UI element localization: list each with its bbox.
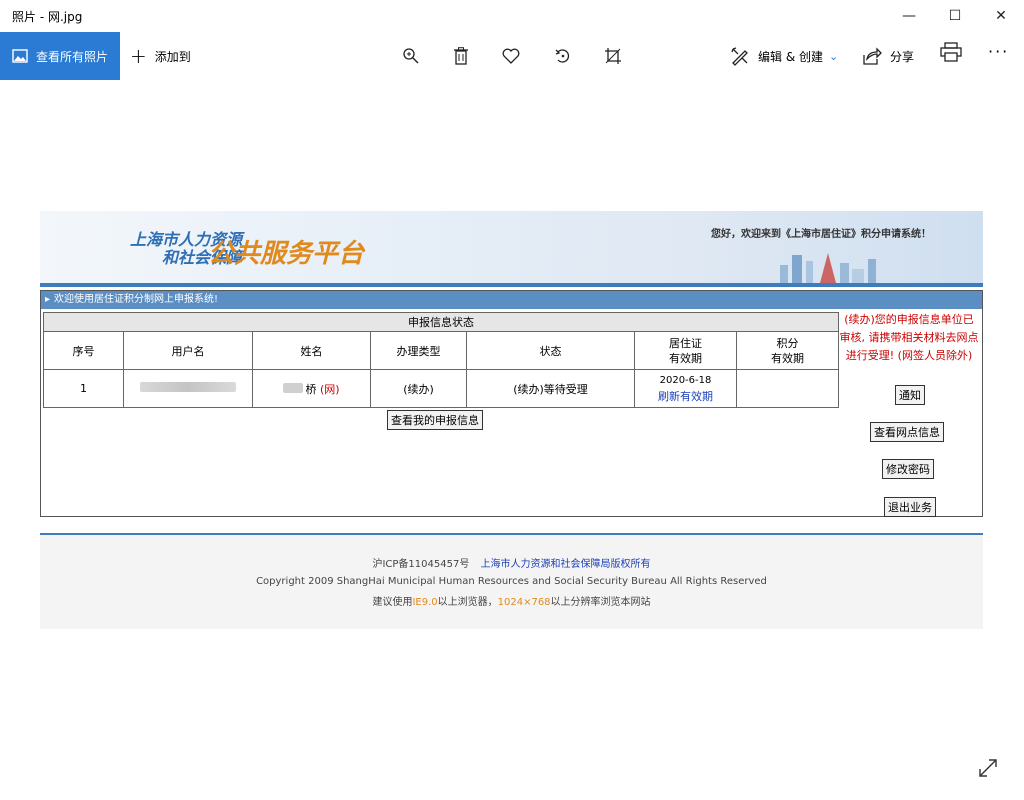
- col-header: 用户名: [123, 331, 253, 370]
- col-header-permit: 居住证 有效期: [634, 331, 737, 370]
- ie-version: IE9.0: [412, 597, 438, 608]
- name-tail: 桥: [305, 382, 317, 396]
- header-points-validity: 有效期: [771, 351, 804, 365]
- resolution: 1024×768: [497, 597, 551, 608]
- plus-icon: +: [130, 44, 147, 68]
- delete-icon[interactable]: [446, 42, 476, 70]
- view-outlet-info-button[interactable]: 查看网点信息: [870, 422, 944, 442]
- photo-icon: [12, 49, 28, 63]
- title-bar: 照片 - 网.jpg — ☐ ✕: [0, 0, 1024, 32]
- side-notice: (续办)您的申报信息单位已审核, 请携带相关材料去网点进行受理! (网签人员除外…: [839, 313, 979, 362]
- footer-line-3: 建议使用IE9.0以上浏览器，1024×768以上分辨率浏览本网站: [40, 593, 983, 608]
- cell-type: (续办): [370, 369, 467, 408]
- suggest-mid: 以上浏览器，: [437, 597, 498, 608]
- maximize-button[interactable]: ☐: [932, 0, 978, 32]
- welcome-text: 您好，欢迎来到《上海市居住证》积分申请系统！: [711, 229, 931, 240]
- rotate-icon[interactable]: [548, 42, 578, 70]
- welcome-bar-text: 欢迎使用居住证积分制网上申报系统!: [54, 294, 219, 305]
- col-header: 办理类型: [370, 331, 467, 370]
- share-icon: [863, 47, 882, 65]
- view-all-label: 查看所有照片: [36, 49, 109, 64]
- cell-permit: 2020-6-18 刷新有效期: [634, 369, 737, 408]
- header-permit-validity: 有效期: [669, 351, 702, 365]
- edit-icon: [731, 47, 748, 66]
- triangle-icon: ▸: [45, 294, 51, 305]
- add-to-button[interactable]: + 添加到: [130, 32, 191, 80]
- site-banner: 上海市人力资源 和社会保障 公共服务平台 您好，欢迎来到《上海市居住证》积分申请…: [40, 211, 983, 287]
- share-label: 分享: [890, 49, 915, 64]
- add-to-label: 添加到: [154, 49, 191, 64]
- cell-points: [736, 369, 839, 408]
- blurred-username: [140, 382, 236, 392]
- col-header-points: 积分 有效期: [736, 331, 839, 370]
- exit-business-button[interactable]: 退出业务: [884, 497, 936, 517]
- copyright-cn-link[interactable]: 上海市人力资源和社会保障局版权所有: [481, 559, 651, 570]
- cell-status: (续办)等待受理: [466, 369, 635, 408]
- blurred-name: [283, 382, 304, 393]
- city-skyline-icon: [780, 253, 876, 283]
- col-header: 序号: [43, 331, 124, 370]
- suggest-post: 以上分辨率浏览本网站: [550, 597, 651, 608]
- footer-line-1: 沪ICP备11045457号 上海市人力资源和社会保障局版权所有: [40, 555, 983, 570]
- suggest-pre: 建议使用: [372, 597, 413, 608]
- fullscreen-icon[interactable]: [976, 756, 1000, 780]
- welcome-bar: ▸ 欢迎使用居住证积分制网上申报系统!: [41, 291, 982, 309]
- share-button[interactable]: 分享: [862, 32, 914, 80]
- print-icon[interactable]: [940, 42, 962, 66]
- heart-icon[interactable]: [496, 42, 526, 70]
- edit-create-button[interactable]: 编辑 & 创建 ⌄: [730, 32, 838, 80]
- refresh-validity-link[interactable]: 刷新有效期: [635, 389, 736, 405]
- window-title: 照片 - 网.jpg: [12, 10, 83, 24]
- edit-create-label: 编辑 & 创建: [758, 49, 823, 64]
- zoom-icon[interactable]: [396, 42, 426, 70]
- toolbar: 查看所有照片 + 添加到 编辑 & 创建 ⌄ 分享 ···: [0, 32, 1024, 80]
- main-frame: ▸ 欢迎使用居住证积分制网上申报系统! 申报信息状态 序号 用户名 姓名 办理类型…: [40, 290, 983, 517]
- change-password-button[interactable]: 修改密码: [882, 459, 934, 479]
- header-permit: 居住证: [669, 336, 702, 350]
- view-my-info-button[interactable]: 查看我的申报信息: [387, 410, 483, 430]
- header-points: 积分: [776, 336, 799, 350]
- displayed-image: 上海市人力资源 和社会保障 公共服务平台 您好，欢迎来到《上海市居住证》积分申请…: [40, 211, 983, 629]
- status-table: 申报信息状态 序号 用户名 姓名 办理类型 状态 居住证 有效期 积分 有效期 …: [43, 312, 839, 408]
- chevron-down-icon: ⌄: [829, 49, 839, 63]
- notice-button[interactable]: 通知: [895, 385, 925, 405]
- cell-username: [123, 369, 253, 408]
- crop-icon[interactable]: [598, 42, 628, 70]
- table-title: 申报信息状态: [43, 312, 839, 332]
- col-header: 姓名: [252, 331, 371, 370]
- platform-title: 公共服务平台: [208, 239, 365, 269]
- col-header: 状态: [466, 331, 635, 370]
- cell-name: 桥 (网): [252, 369, 371, 408]
- icp-number: 沪ICP备11045457号: [372, 559, 470, 570]
- table-row: 1 桥 (网) (续办) (续办)等待受理 2020-6-18 刷新有效期: [43, 369, 839, 408]
- close-button[interactable]: ✕: [978, 0, 1024, 32]
- more-icon[interactable]: ···: [988, 42, 1009, 61]
- name-tag: (网): [319, 382, 340, 396]
- cell-index: 1: [43, 369, 124, 408]
- view-all-photos-button[interactable]: 查看所有照片: [0, 32, 120, 80]
- permit-date: 2020-6-18: [659, 374, 712, 386]
- minimize-button[interactable]: —: [886, 0, 932, 32]
- site-footer: 沪ICP备11045457号 上海市人力资源和社会保障局版权所有 Copyrig…: [40, 533, 983, 629]
- copyright-en: Copyright 2009 ShangHai Municipal Human …: [256, 576, 767, 587]
